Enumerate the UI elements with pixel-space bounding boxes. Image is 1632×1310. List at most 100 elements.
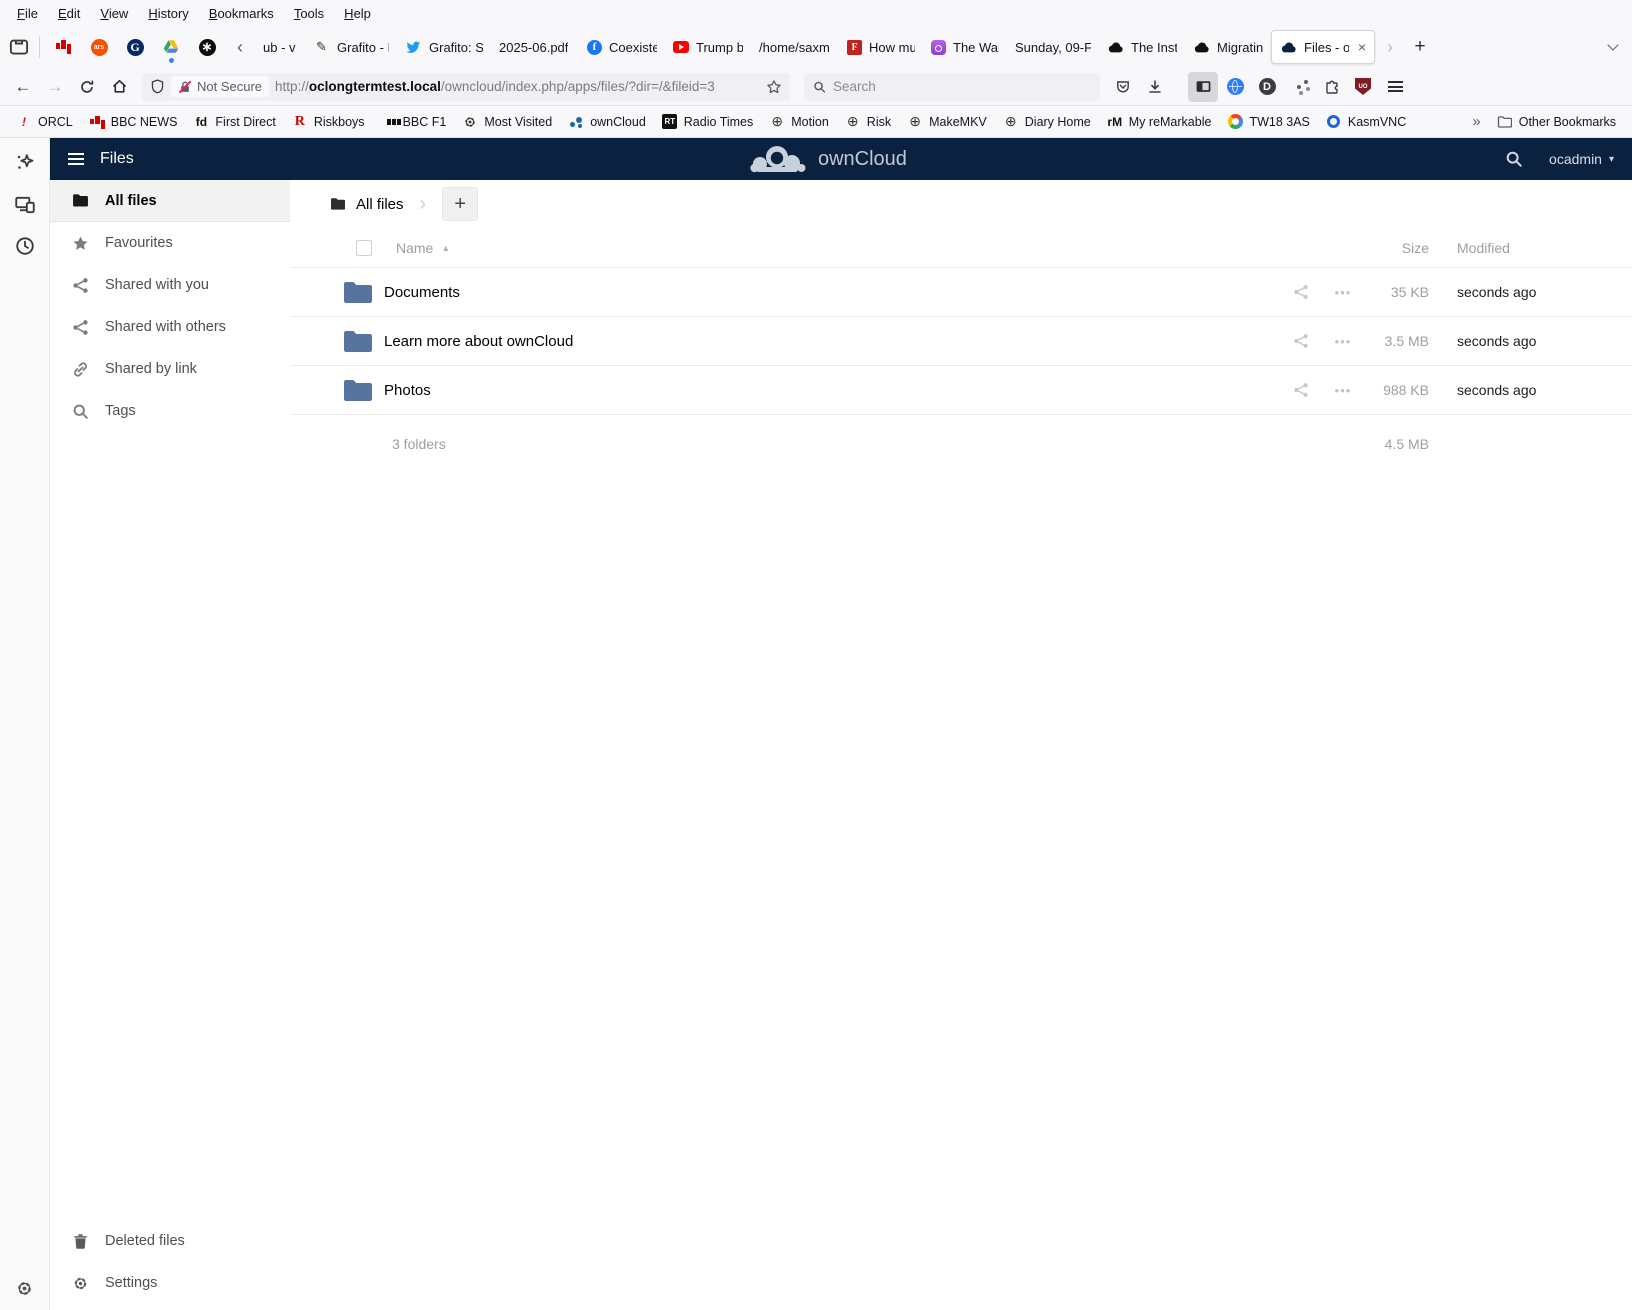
tab-ft[interactable]: FHow muc: [839, 30, 923, 64]
tab-owncloud-1[interactable]: The Insta: [1099, 30, 1185, 64]
bookmark-riskboys[interactable]: RRiskboys: [286, 110, 371, 134]
bookmark-remarkable[interactable]: rMMy reMarkable: [1101, 110, 1218, 134]
bookmark-owncloud[interactable]: ownCloud: [562, 110, 652, 134]
sidebar-item-shared-by-link[interactable]: Shared by link: [50, 348, 290, 390]
sidebar-item-favourites[interactable]: Favourites: [50, 222, 290, 264]
menu-bookmarks[interactable]: Bookmarks: [200, 3, 283, 24]
search-input[interactable]: [833, 79, 1091, 94]
menu-tools[interactable]: Tools: [285, 3, 333, 24]
bbc-icon: [56, 40, 70, 54]
table-row[interactable]: Photos ••• 988 KB seconds ago: [290, 366, 1632, 415]
ai-chatbot-icon[interactable]: [15, 152, 35, 172]
sidebar-item-all-files[interactable]: All files: [50, 180, 290, 222]
back-button[interactable]: ←: [8, 72, 38, 102]
new-tab-button[interactable]: +: [1405, 32, 1435, 62]
column-header-size[interactable]: Size: [1365, 240, 1429, 256]
new-file-button[interactable]: +: [442, 187, 478, 221]
column-header-modified[interactable]: Modified: [1429, 240, 1632, 256]
pocket-button[interactable]: [1108, 72, 1138, 102]
pinned-tab-ars[interactable]: ars: [81, 30, 117, 64]
list-all-tabs-button[interactable]: [1598, 32, 1628, 62]
bookmark-risk[interactable]: ⊕Risk: [839, 110, 897, 134]
bookmark-star-icon[interactable]: [766, 79, 782, 95]
sidebar-item-settings[interactable]: Settings: [50, 1262, 290, 1304]
table-row[interactable]: Learn more about ownCloud ••• 3.5 MB sec…: [290, 317, 1632, 366]
bookmark-bbc-f1[interactable]: BBC F1: [375, 110, 453, 134]
user-menu[interactable]: ocadmin ▾: [1549, 151, 1614, 167]
duckduckgo-extension[interactable]: D: [1252, 72, 1282, 102]
history-clock-icon[interactable]: [15, 236, 35, 256]
bookmark-kasmvnc[interactable]: KasmVNC: [1320, 110, 1412, 134]
more-actions-button[interactable]: •••: [1321, 383, 1365, 398]
tab-grafito-twitter[interactable]: Grafito: S: [397, 30, 491, 64]
bookmark-motion[interactable]: ⊕Motion: [763, 110, 835, 134]
bookmark-bbc-news[interactable]: BBC NEWS: [83, 110, 184, 134]
extensions-button[interactable]: [1316, 72, 1346, 102]
header-search-icon[interactable]: [1505, 150, 1523, 168]
share-button[interactable]: [1281, 333, 1321, 349]
menu-edit[interactable]: Edit: [49, 3, 89, 24]
globe-extension[interactable]: [1220, 72, 1250, 102]
cloud-icon: [1107, 39, 1124, 56]
forward-button[interactable]: →: [40, 72, 70, 102]
more-actions-button[interactable]: •••: [1321, 285, 1365, 300]
menu-help[interactable]: Help: [335, 3, 380, 24]
bookmark-radio-times[interactable]: RTRadio Times: [656, 110, 759, 134]
dots-extension[interactable]: [1284, 72, 1314, 102]
bookmark-orcl[interactable]: !ORCL: [10, 110, 79, 134]
bookmark-first-direct[interactable]: fdFirst Direct: [187, 110, 281, 134]
synced-tabs-icon[interactable]: [15, 194, 35, 214]
select-all-checkbox[interactable]: [356, 240, 372, 256]
tab-github[interactable]: ub - v: [255, 30, 305, 64]
pinned-tab-guardian[interactable]: G: [117, 30, 153, 64]
bookmarks-overflow-button[interactable]: »: [1466, 109, 1486, 134]
pinned-tab-bbc[interactable]: [45, 30, 81, 64]
pinned-tab-gdrive[interactable]: [153, 30, 189, 64]
other-bookmarks-folder[interactable]: Other Bookmarks: [1491, 110, 1622, 134]
url-bar[interactable]: Not Secure http://oclongtermtest.local/o…: [142, 73, 790, 101]
more-actions-button[interactable]: •••: [1321, 334, 1365, 349]
scroll-tabs-left-button[interactable]: ‹: [225, 32, 255, 62]
tracking-shield-icon[interactable]: [150, 79, 165, 94]
app-menu-button[interactable]: [1380, 72, 1410, 102]
site-security-chip[interactable]: Not Secure: [171, 76, 269, 97]
sidebar-item-shared-with-you[interactable]: Shared with you: [50, 264, 290, 306]
tab-files-active[interactable]: Files - o×: [1271, 30, 1375, 64]
tab-facebook[interactable]: fCoexister: [579, 30, 665, 64]
app-menu-hamburger-icon[interactable]: [68, 153, 84, 165]
bookmark-most-visited[interactable]: Most Visited: [456, 110, 558, 134]
scroll-tabs-right-button[interactable]: ›: [1375, 32, 1405, 62]
menu-file[interactable]: File: [8, 3, 47, 24]
pinned-tab-chatgpt[interactable]: ∗: [189, 30, 225, 64]
sidebar-settings-gear-icon[interactable]: [15, 1279, 34, 1298]
menu-history[interactable]: History: [139, 3, 197, 24]
table-row[interactable]: Documents ••• 35 KB seconds ago: [290, 268, 1632, 317]
bookmark-diary-home[interactable]: ⊕Diary Home: [997, 110, 1097, 134]
tab-owncloud-2[interactable]: Migrating: [1185, 30, 1271, 64]
share-button[interactable]: [1281, 382, 1321, 398]
column-header-name[interactable]: Name ▲: [396, 240, 1281, 256]
search-bar[interactable]: [804, 73, 1100, 101]
tab-grafito-edit[interactable]: ✎Grafito - F: [305, 30, 397, 64]
sidebar-item-tags[interactable]: Tags: [50, 390, 290, 432]
tab-pdf[interactable]: 2025-06.pdf: [491, 30, 579, 64]
tab-sunday[interactable]: Sunday, 09-F: [1007, 30, 1099, 64]
tab-youtube[interactable]: Trump bla: [665, 30, 751, 64]
bookmark-makemkv[interactable]: ⊕MakeMKV: [901, 110, 993, 134]
share-button[interactable]: [1281, 284, 1321, 300]
tab-podcast[interactable]: The Warg: [923, 30, 1007, 64]
bookmark-tw18[interactable]: TW18 3AS: [1221, 110, 1315, 134]
sidebar-item-shared-with-others[interactable]: Shared with others: [50, 306, 290, 348]
downloads-button[interactable]: [1140, 72, 1170, 102]
tab-home-dir[interactable]: /home/saxm: [751, 30, 839, 64]
sidebar-item-deleted-files[interactable]: Deleted files: [50, 1220, 290, 1262]
firefox-view-button[interactable]: [4, 32, 34, 62]
home-button[interactable]: [104, 72, 134, 102]
close-tab-icon[interactable]: ×: [1358, 39, 1366, 55]
menu-view[interactable]: View: [91, 3, 137, 24]
reload-button[interactable]: [72, 72, 102, 102]
ublock-extension[interactable]: UO: [1348, 72, 1378, 102]
breadcrumb[interactable]: All files: [330, 196, 404, 213]
globe-icon: ⊕: [769, 114, 785, 130]
sidebar-toggle-extension[interactable]: [1188, 72, 1218, 102]
